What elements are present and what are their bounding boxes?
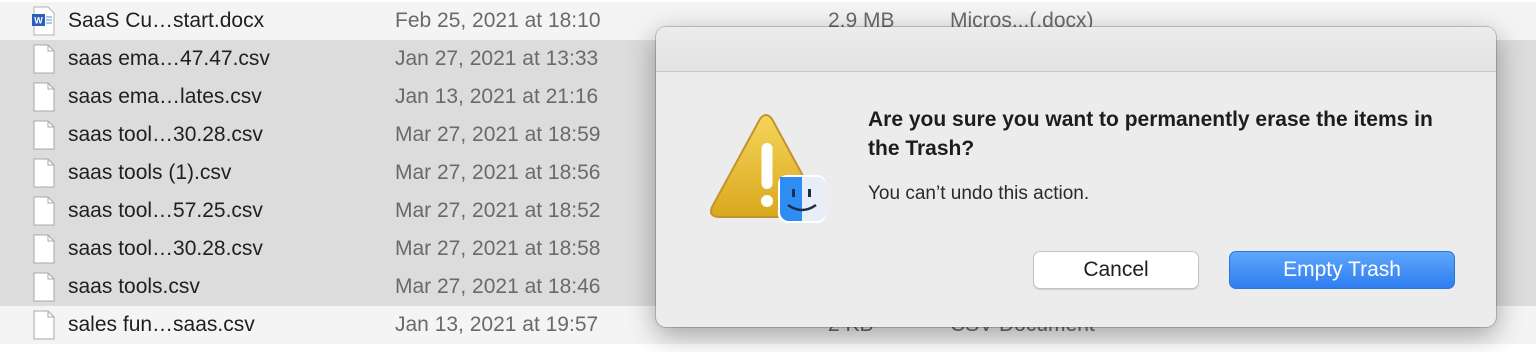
document-icon bbox=[33, 158, 55, 188]
file-date: Feb 25, 2021 at 18:10 bbox=[395, 9, 601, 32]
file-name: saas tools.csv bbox=[68, 275, 200, 298]
dialog-title-bar bbox=[656, 27, 1496, 72]
warning-icon bbox=[710, 114, 826, 223]
word-document-icon: W bbox=[32, 6, 55, 36]
file-date: Mar 27, 2021 at 18:56 bbox=[395, 161, 601, 184]
document-icon bbox=[33, 44, 55, 74]
file-name: saas tool…57.25.csv bbox=[68, 199, 263, 222]
document-icon bbox=[33, 310, 55, 340]
file-date: Jan 13, 2021 at 19:57 bbox=[395, 313, 599, 336]
file-date: Jan 13, 2021 at 21:16 bbox=[395, 85, 599, 108]
document-icon bbox=[33, 120, 55, 150]
file-date: Jan 27, 2021 at 13:33 bbox=[395, 47, 599, 70]
document-icon bbox=[33, 82, 55, 112]
document-icon bbox=[33, 234, 55, 264]
file-name: saas ema…lates.csv bbox=[68, 85, 262, 108]
file-date: Mar 27, 2021 at 18:58 bbox=[395, 237, 601, 260]
document-icon bbox=[33, 196, 55, 226]
file-date: Mar 27, 2021 at 18:52 bbox=[395, 199, 601, 222]
finder-icon bbox=[778, 175, 826, 223]
cancel-button[interactable]: Cancel bbox=[1033, 251, 1199, 289]
file-name: SaaS Cu…start.docx bbox=[68, 9, 265, 32]
empty-trash-dialog: Are you sure you want to permanently era… bbox=[656, 27, 1496, 327]
dialog-title: Are you sure you want to permanently era… bbox=[868, 108, 1433, 160]
file-date: Mar 27, 2021 at 18:46 bbox=[395, 275, 601, 298]
svg-text:W: W bbox=[34, 16, 43, 26]
document-icon bbox=[33, 272, 55, 302]
empty-trash-button[interactable]: Empty Trash bbox=[1229, 251, 1455, 289]
file-name: saas ema…47.47.csv bbox=[68, 47, 270, 70]
file-name: saas tools (1).csv bbox=[68, 161, 232, 184]
file-name: saas tool…30.28.csv bbox=[68, 237, 263, 260]
file-name: saas tool…30.28.csv bbox=[68, 123, 263, 146]
file-name: sales fun…saas.csv bbox=[68, 313, 255, 336]
file-date: Mar 27, 2021 at 18:59 bbox=[395, 123, 601, 146]
dialog-message: You can’t undo this action. bbox=[868, 183, 1090, 204]
